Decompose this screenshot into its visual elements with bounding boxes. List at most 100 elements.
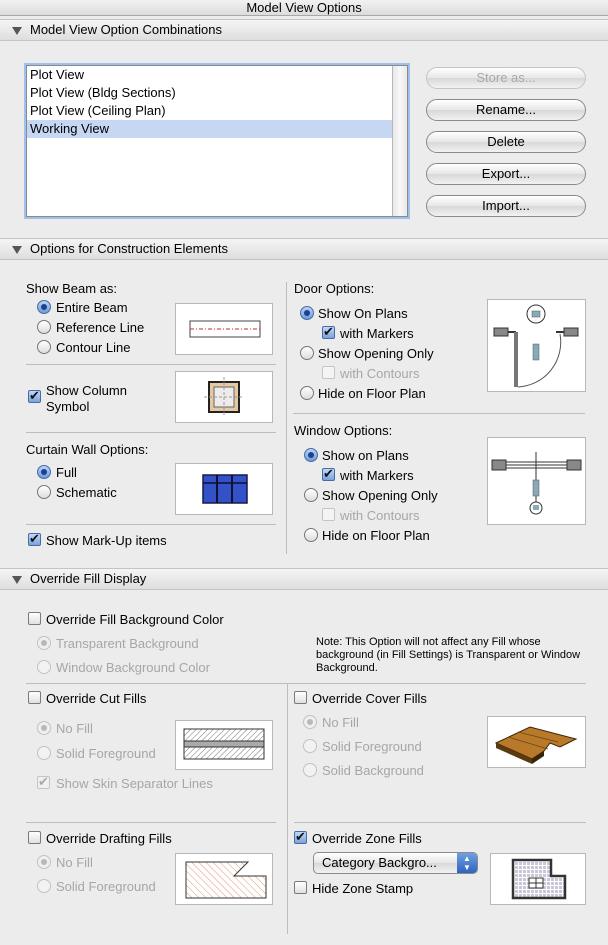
door-preview [487,299,586,392]
curtain-schematic-radio[interactable] [37,485,51,499]
override-zone-checkbox[interactable] [294,829,307,845]
window-show-opening-radio[interactable] [304,488,318,502]
beam-entire-radio[interactable] [37,300,51,314]
override-drafting-label: Override Drafting Fills [46,831,172,846]
beam-contour-radio[interactable] [37,340,51,354]
fill-note: Note: This Option will not affect any Fi… [316,636,581,674]
zone-fill-preview [490,853,586,905]
door-with-markers-label: with Markers [340,326,414,341]
column-divider [286,282,287,554]
section-title-construction: Options for Construction Elements [30,241,228,256]
show-column-label-1: Show Column [46,383,127,398]
hide-zone-stamp-checkbox[interactable] [294,881,307,894]
section-title-combinations: Model View Option Combinations [30,22,222,37]
combinations-list[interactable]: Plot View Plot View (Bldg Sections) Plot… [26,65,408,217]
disclosure-triangle-icon[interactable] [12,246,22,254]
cut-no-fill-radio[interactable] [37,721,51,735]
select-arrows-icon: ▲ ▼ [457,853,477,873]
zone-fill-select[interactable]: Category Backgro... ▲ ▼ [313,852,478,874]
disclosure-triangle-icon[interactable] [12,576,22,584]
window-preview-icon [491,452,582,515]
section-header-combinations[interactable]: Model View Option Combinations [0,19,608,41]
drafting-no-fill-radio[interactable] [37,855,51,869]
column-preview-icon [204,377,244,417]
window-hide-label: Hide on Floor Plan [322,528,430,543]
beam-preview [175,303,273,355]
transparent-bg-label: Transparent Background [56,636,199,651]
drafting-fill-preview [175,853,273,905]
delete-button[interactable]: Delete [426,131,586,153]
door-with-markers-checkbox[interactable] [322,324,335,340]
beam-reference-radio[interactable] [37,320,51,334]
window-bg-label: Window Background Color [56,660,210,675]
door-with-contours-checkbox[interactable] [322,366,335,379]
beam-contour-label: Contour Line [56,340,131,355]
door-show-opening-label: Show Opening Only [318,346,434,361]
beam-reference-label: Reference Line [56,320,145,335]
door-with-contours-label: with Contours [340,366,420,381]
window-show-on-plans-radio[interactable] [304,448,318,462]
list-item[interactable]: Plot View (Ceiling Plan) [27,102,393,120]
window-with-contours-checkbox[interactable] [322,508,335,521]
override-bg-checkbox[interactable] [28,612,41,625]
beam-label: Show Beam as: [26,281,118,296]
cut-solid-fg-label: Solid Foreground [56,746,156,761]
beam-entire-label: Entire Beam [56,300,128,315]
skin-separator-checkbox[interactable] [37,774,50,790]
list-scrollbar[interactable] [392,66,407,216]
divider [26,683,586,684]
divider [26,524,276,525]
cover-no-fill-radio[interactable] [303,715,317,729]
door-show-opening-radio[interactable] [300,346,314,360]
cut-fill-preview-icon [183,728,265,760]
drafting-solid-fg-label: Solid Foreground [56,879,156,894]
drafting-solid-fg-radio[interactable] [37,879,51,893]
curtain-full-radio[interactable] [37,465,51,479]
rename-button[interactable]: Rename... [426,99,586,121]
list-item-selected[interactable]: Working View [27,120,393,138]
door-hide-label: Hide on Floor Plan [318,386,426,401]
beam-preview-icon [189,320,261,338]
drafting-fill-preview-icon [185,861,267,899]
window-title: Model View Options [0,0,608,16]
show-column-label-2: Symbol [46,399,90,414]
window-hide-radio[interactable] [304,528,318,542]
window-show-on-plans-label: Show on Plans [322,448,409,463]
override-drafting-checkbox[interactable] [28,831,41,844]
list-item[interactable]: Plot View [27,66,393,84]
cover-no-fill-label: No Fill [322,715,359,730]
disclosure-triangle-icon[interactable] [12,27,22,35]
list-item[interactable]: Plot View (Bldg Sections) [27,84,393,102]
cut-solid-fg-radio[interactable] [37,746,51,760]
section-header-construction[interactable]: Options for Construction Elements [0,238,608,260]
cover-solid-bg-radio[interactable] [303,763,317,777]
show-markup-checkbox[interactable] [28,531,41,547]
override-cut-label: Override Cut Fills [46,691,147,706]
curtain-schematic-label: Schematic [56,485,117,500]
import-button[interactable]: Import... [426,195,586,217]
door-options-label: Door Options: [294,281,375,296]
override-cover-checkbox[interactable] [294,691,307,704]
curtain-wall-preview [175,463,273,515]
divider [293,413,585,414]
curtain-wall-label: Curtain Wall Options: [26,442,149,457]
window-with-markers-checkbox[interactable] [322,466,335,482]
cut-no-fill-label: No Fill [56,721,93,736]
override-cut-checkbox[interactable] [28,691,41,704]
export-button[interactable]: Export... [426,163,586,185]
transparent-bg-radio[interactable] [37,636,51,650]
zone-fill-select-value: Category Backgro... [322,855,437,870]
drafting-no-fill-label: No Fill [56,855,93,870]
window-bg-radio[interactable] [37,660,51,674]
section-header-fill[interactable]: Override Fill Display [0,568,608,590]
show-column-checkbox[interactable] [28,388,41,404]
cover-fill-preview [487,716,586,768]
cover-solid-fg-radio[interactable] [303,739,317,753]
window-with-contours-label: with Contours [340,508,420,523]
door-show-on-plans-radio[interactable] [300,306,314,320]
override-zone-label: Override Zone Fills [312,831,422,846]
store-as-button[interactable]: Store as... [426,67,586,89]
curtain-wall-preview-icon [202,474,248,504]
door-hide-radio[interactable] [300,386,314,400]
window-preview [487,437,586,525]
